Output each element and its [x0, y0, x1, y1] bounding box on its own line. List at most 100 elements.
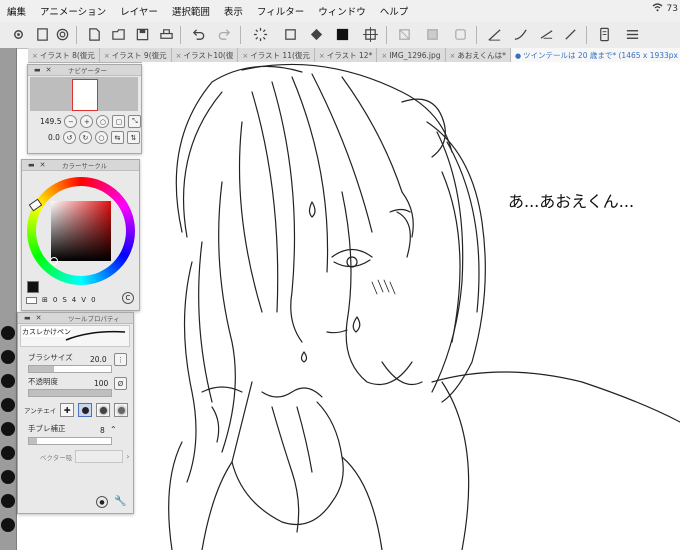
- brush-preset-dot[interactable]: [1, 470, 15, 484]
- close-icon[interactable]: ×: [176, 52, 182, 60]
- brush-preset-dot[interactable]: [1, 518, 15, 532]
- open-icon[interactable]: [110, 26, 126, 42]
- document-tab[interactable]: × イラスト10(復: [172, 48, 239, 62]
- antialias-none-icon[interactable]: ✚: [60, 403, 75, 417]
- close-icon[interactable]: ×: [381, 52, 387, 60]
- rotate-reset-icon[interactable]: ○: [94, 131, 108, 144]
- color-swatch-icon[interactable]: [334, 26, 350, 42]
- drawing-canvas[interactable]: あ...あおえくん...: [142, 62, 680, 550]
- brush-preset-dot[interactable]: [1, 422, 15, 436]
- transform-icon[interactable]: [362, 26, 378, 42]
- document-tab[interactable]: × イラスト 12*: [315, 48, 378, 62]
- color-circle-header[interactable]: ▬ ✕ カラーサークル: [22, 160, 139, 171]
- close-icon[interactable]: ✕: [46, 66, 52, 74]
- color-picker-handle[interactable]: [50, 257, 58, 265]
- pen-pressure-icon[interactable]: [486, 26, 502, 42]
- pen-line-icon[interactable]: [512, 26, 528, 42]
- brush-preset-dot[interactable]: [1, 494, 15, 508]
- fill-icon[interactable]: [308, 26, 324, 42]
- brush-preset-dot[interactable]: [1, 374, 15, 388]
- menu-edit[interactable]: 編集: [0, 4, 33, 18]
- menu-layer[interactable]: レイヤー: [113, 4, 165, 18]
- fit-view-icon[interactable]: ▢: [112, 115, 126, 128]
- document-tab[interactable]: × イラスト 8(復元: [28, 48, 100, 62]
- minimize-icon[interactable]: ▬: [34, 66, 41, 74]
- vector-snap-arrow-icon[interactable]: ›: [126, 452, 129, 461]
- close-icon[interactable]: ✕: [36, 314, 42, 322]
- antialias-strong-icon[interactable]: [114, 403, 129, 417]
- selection-off-icon[interactable]: [396, 26, 412, 42]
- hue-ring[interactable]: [27, 177, 135, 285]
- menu-icon[interactable]: [624, 26, 640, 42]
- open-folder-icon[interactable]: [54, 26, 70, 42]
- main-color-swatch[interactable]: [27, 281, 39, 293]
- stabilization-slider[interactable]: [28, 437, 112, 445]
- menu-window[interactable]: ウィンドウ: [311, 4, 373, 18]
- navigator-preview[interactable]: [30, 77, 138, 111]
- rotate-left-icon[interactable]: ↺: [62, 131, 76, 144]
- stabilization-stepper-icon[interactable]: ⌃: [110, 425, 117, 434]
- actual-size-icon[interactable]: ⤡: [128, 115, 142, 128]
- spinner-icon[interactable]: [252, 26, 268, 42]
- brush-preset-dot[interactable]: [1, 350, 15, 364]
- menu-view[interactable]: 表示: [217, 4, 250, 18]
- antialias-medium-icon[interactable]: [96, 403, 111, 417]
- flip-horizontal-icon[interactable]: ⇆: [110, 131, 124, 144]
- close-icon[interactable]: ×: [450, 52, 456, 60]
- flip-vertical-icon[interactable]: ⇅: [126, 131, 140, 144]
- vector-snap-box[interactable]: [75, 450, 124, 463]
- rotate-right-icon[interactable]: ↻: [78, 131, 92, 144]
- clear-icon[interactable]: [282, 26, 298, 42]
- close-icon[interactable]: ×: [319, 52, 325, 60]
- opacity-link-icon[interactable]: Ø: [114, 377, 127, 390]
- menu-help[interactable]: ヘルプ: [373, 4, 416, 18]
- hsv-mode-icon[interactable]: ⊞: [42, 296, 48, 304]
- document-tab[interactable]: × イラスト 9(復元: [100, 48, 172, 62]
- opacity-slider[interactable]: [28, 389, 112, 397]
- menu-animation[interactable]: アニメーション: [33, 4, 113, 18]
- menu-selection[interactable]: 選択範囲: [165, 4, 217, 18]
- brush-preset-dot[interactable]: [1, 398, 15, 412]
- minimize-icon[interactable]: ▬: [24, 314, 31, 322]
- undo-icon[interactable]: [190, 26, 206, 42]
- transparent-swatch-icon[interactable]: [26, 296, 37, 304]
- close-icon[interactable]: ×: [32, 52, 38, 60]
- brush-preset-dot[interactable]: [1, 446, 15, 460]
- brush-size-slider[interactable]: [28, 365, 112, 373]
- close-icon[interactable]: ×: [104, 52, 110, 60]
- gear-icon[interactable]: [10, 26, 26, 42]
- zoom-in-icon[interactable]: +: [80, 115, 94, 128]
- selection-fill-icon[interactable]: [424, 26, 440, 42]
- menu-filter[interactable]: フィルター: [250, 4, 311, 18]
- document-tab[interactable]: × あおえくんは*: [446, 48, 511, 62]
- document-tab-active[interactable]: ●ツインテールは 20 歳まで* (1465 x 1933px 350dpi 1…: [510, 48, 680, 62]
- selection-box-icon[interactable]: [452, 26, 468, 42]
- saturation-value-square[interactable]: [51, 201, 111, 261]
- active-dot-icon: ●: [514, 51, 522, 60]
- ruler-icon[interactable]: [538, 26, 554, 42]
- snap-icon[interactable]: [562, 26, 578, 42]
- close-icon[interactable]: ×: [242, 52, 248, 60]
- save-icon[interactable]: [86, 26, 102, 42]
- minimize-icon[interactable]: ▬: [28, 161, 35, 169]
- navigator-header[interactable]: ▬ ✕ ナビゲーター: [28, 65, 141, 76]
- brush-preset-dot[interactable]: [1, 326, 15, 340]
- zoom-value: 149.5: [40, 117, 62, 126]
- color-settings-icon[interactable]: C: [122, 292, 134, 304]
- document-tab[interactable]: × イラスト 11(復元: [238, 48, 315, 62]
- brush-size-preset-icon[interactable]: ⋮: [114, 353, 127, 366]
- device-icon[interactable]: [596, 26, 612, 42]
- document-tab[interactable]: × IMG_1296.jpg: [377, 48, 446, 62]
- zoom-out-icon[interactable]: −: [64, 115, 78, 128]
- navigator-view-frame[interactable]: [72, 79, 98, 111]
- redo-icon[interactable]: [216, 26, 232, 42]
- save-disk-icon[interactable]: [134, 26, 150, 42]
- tool-settings-icon[interactable]: ●: [96, 496, 108, 508]
- antialias-weak-icon[interactable]: [78, 403, 93, 417]
- tool-property-header[interactable]: ▬ ✕ ツールプロパティ: [18, 313, 133, 324]
- print-icon[interactable]: [158, 26, 174, 42]
- new-file-icon[interactable]: [34, 26, 50, 42]
- wrench-icon[interactable]: 🔧: [114, 496, 126, 507]
- close-icon[interactable]: ✕: [40, 161, 46, 169]
- zoom-reset-icon[interactable]: ○: [96, 115, 110, 128]
